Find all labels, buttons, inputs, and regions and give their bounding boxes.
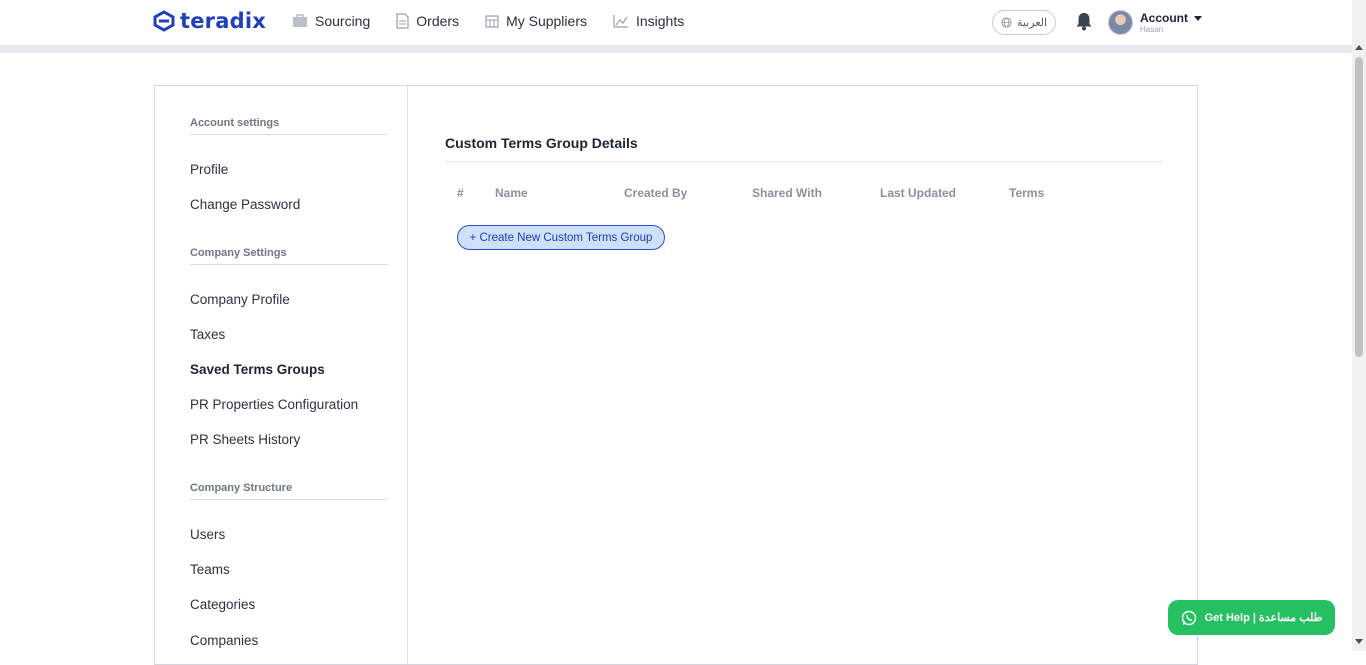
avatar[interactable]: [1108, 10, 1133, 35]
language-label: العربية: [1016, 17, 1048, 29]
scroll-up-arrow-icon[interactable]: [1355, 45, 1363, 50]
get-help-button[interactable]: Get Help | طلب مساعدة: [1168, 600, 1335, 635]
nav-my-suppliers-label: My Suppliers: [506, 13, 587, 29]
sidebar-item-company-profile[interactable]: Company Profile: [190, 292, 290, 307]
suppliers-icon: [485, 15, 499, 28]
sidebar-item-users[interactable]: Users: [190, 527, 225, 542]
language-toggle-button[interactable]: العربية: [992, 10, 1056, 35]
scrollbar-thumb[interactable]: [1355, 57, 1363, 357]
nav-my-suppliers[interactable]: My Suppliers: [485, 13, 587, 29]
settings-sidebar: Account settings Profile Change Password…: [155, 86, 408, 664]
nav-sourcing[interactable]: Sourcing: [292, 13, 370, 29]
page-title: Custom Terms Group Details: [445, 135, 1163, 162]
sidebar-item-categories[interactable]: Categories: [190, 597, 255, 612]
column-header-terms: Terms: [1009, 186, 1045, 200]
sidebar-item-pr-sheets-history[interactable]: PR Sheets History: [190, 432, 300, 447]
sidebar-item-profile[interactable]: Profile: [190, 162, 228, 177]
column-header-created-by: Created By: [624, 186, 688, 200]
account-menu[interactable]: Account Hasan: [1140, 11, 1202, 34]
account-username: Hasan: [1140, 25, 1164, 34]
nav-insights[interactable]: Insights: [613, 13, 684, 29]
section-title-company-settings: Company Settings: [190, 247, 388, 265]
create-custom-terms-group-button[interactable]: + Create New Custom Terms Group: [457, 225, 665, 250]
sidebar-item-taxes[interactable]: Taxes: [190, 327, 225, 342]
column-header-last-updated: Last Updated: [880, 186, 957, 200]
logo-text: teradix: [180, 9, 266, 33]
sidebar-item-change-password[interactable]: Change Password: [190, 197, 300, 212]
column-header-index: #: [457, 186, 464, 200]
chevron-down-icon: [1194, 15, 1202, 21]
account-label: Account: [1140, 11, 1188, 25]
get-help-label: Get Help | طلب مساعدة: [1204, 612, 1323, 624]
nav-insights-label: Insights: [635, 13, 685, 29]
whatsapp-icon: [1181, 610, 1196, 625]
section-title-account-settings: Account settings: [190, 117, 388, 135]
sidebar-item-saved-terms-groups[interactable]: Saved Terms Groups: [190, 362, 325, 377]
sourcing-icon: [293, 14, 307, 27]
sidebar-item-pr-properties-configuration[interactable]: PR Properties Configuration: [190, 397, 358, 412]
orders-icon: [396, 13, 409, 29]
nav-orders[interactable]: Orders: [396, 13, 459, 29]
bell-icon: [1076, 13, 1092, 31]
insights-icon: [613, 15, 628, 28]
nav-orders-label: Orders: [416, 13, 460, 29]
globe-icon: [1001, 17, 1012, 28]
column-header-name: Name: [495, 186, 528, 200]
page-scrollbar[interactable]: [1352, 0, 1366, 651]
sidebar-item-companies[interactable]: Companies: [190, 633, 258, 648]
section-title-company-structure: Company Structure: [190, 482, 388, 500]
sidebar-item-teams[interactable]: Teams: [190, 562, 230, 577]
scroll-down-arrow-icon[interactable]: [1355, 639, 1363, 644]
notifications-button[interactable]: [1075, 12, 1093, 36]
main-nav: Sourcing Orders My Suppliers Insights: [292, 13, 710, 29]
nav-sourcing-label: Sourcing: [315, 13, 371, 29]
header-divider: [0, 46, 1352, 53]
teradix-logo[interactable]: teradix: [153, 9, 266, 33]
top-navigation-bar: teradix Sourcing Orders My Suppliers Ins…: [0, 0, 1352, 46]
settings-card: Account settings Profile Change Password…: [154, 85, 1198, 665]
logo-mark-icon: [153, 10, 175, 32]
column-header-shared-with: Shared With: [752, 186, 822, 200]
